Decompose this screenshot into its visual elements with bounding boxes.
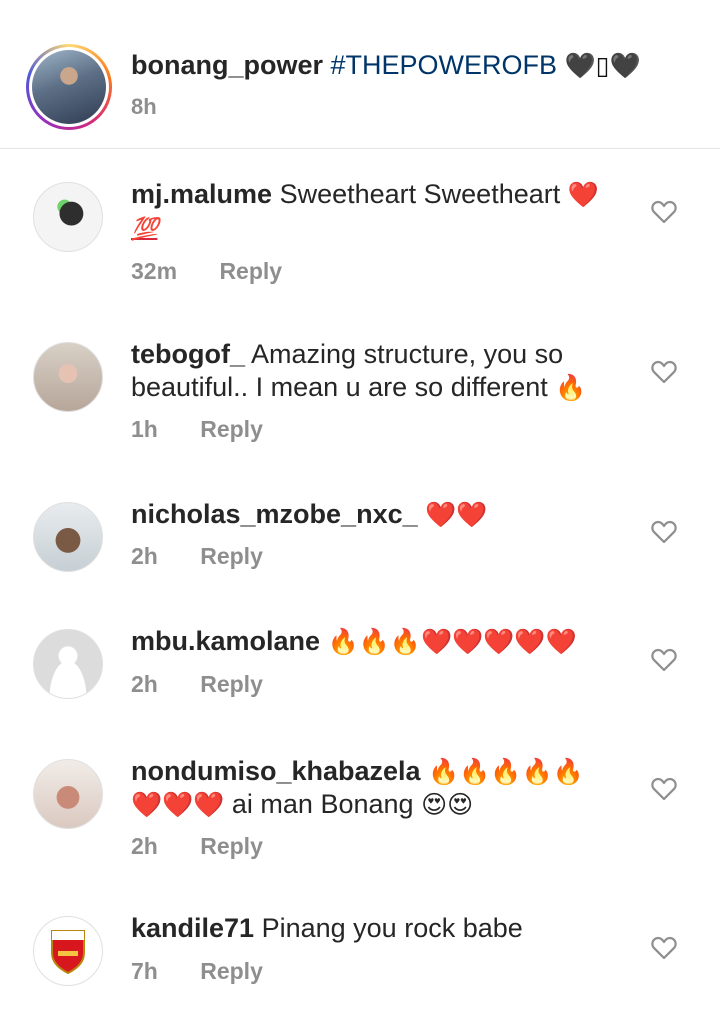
comment-text: mbu.kamolane 🔥🔥🔥❤️❤️❤️❤️❤️ bbox=[131, 625, 621, 658]
comment-username[interactable]: nicholas_mzobe_nxc_ bbox=[131, 499, 418, 529]
caption-timestamp: 8h bbox=[131, 94, 157, 119]
avatar[interactable] bbox=[33, 342, 103, 412]
comment-timestamp: 2h bbox=[131, 543, 158, 569]
comments-screen: bonang_power #THEPOWEROFB 🖤▯🖤 8h mj.malu… bbox=[0, 0, 720, 1033]
comment-text: nicholas_mzobe_nxc_ ❤️❤️ bbox=[131, 498, 621, 531]
comment-emoji: ❤️❤️ bbox=[425, 500, 488, 529]
comment-meta: 2h Reply bbox=[131, 833, 263, 860]
comment-body: Pinang you rock babe bbox=[261, 913, 523, 943]
comment-username[interactable]: nondumiso_khabazela bbox=[131, 756, 421, 786]
comment-timestamp: 1h bbox=[131, 416, 158, 442]
reply-button[interactable]: Reply bbox=[200, 833, 263, 859]
caption-hashtag[interactable]: #THEPOWEROFB bbox=[331, 50, 558, 80]
comment-body: ai man Bonang bbox=[231, 789, 414, 819]
reply-button[interactable]: Reply bbox=[200, 671, 263, 697]
arsenal-crest-avatar[interactable] bbox=[33, 916, 103, 986]
comment-emoji: 🔥🔥🔥❤️❤️❤️❤️❤️ bbox=[327, 627, 577, 656]
comment-timestamp: 2h bbox=[131, 833, 158, 859]
caption-emojis: 🖤▯🖤 bbox=[564, 51, 641, 80]
crest-icon bbox=[51, 930, 85, 975]
comment-emoji: 🔥🔥🔥🔥🔥 bbox=[428, 757, 584, 786]
heart-outline-icon[interactable] bbox=[651, 777, 677, 801]
comment-timestamp: 32m bbox=[131, 258, 178, 284]
comment-meta: 2h Reply bbox=[131, 543, 263, 570]
comment-text: tebogof_ Amazing structure, you so beaut… bbox=[131, 338, 621, 404]
heart-outline-icon[interactable] bbox=[651, 648, 677, 672]
avatar-photo bbox=[32, 50, 106, 124]
comment-timestamp: 7h bbox=[131, 958, 158, 984]
comment-emoji-hearts: ❤️❤️❤️ bbox=[131, 790, 225, 819]
heart-outline-icon[interactable] bbox=[651, 200, 677, 224]
comment-meta: 2h Reply bbox=[131, 671, 263, 698]
comment-meta: 1h Reply bbox=[131, 416, 263, 443]
reply-button[interactable]: Reply bbox=[200, 543, 263, 569]
comment-timestamp: 2h bbox=[131, 671, 158, 697]
comment-text: kandile71 Pinang you rock babe bbox=[131, 912, 621, 945]
heart-outline-icon[interactable] bbox=[651, 520, 677, 544]
comment-emoji-hundred: 💯 bbox=[131, 216, 158, 241]
reply-button[interactable]: Reply bbox=[219, 258, 282, 284]
comment-text: mj.malume Sweetheart Sweetheart ❤️ 💯 bbox=[131, 178, 621, 245]
comment-emoji-heart-eyes: 😍😍 bbox=[421, 790, 474, 819]
caption-username[interactable]: bonang_power bbox=[131, 50, 323, 80]
reply-button[interactable]: Reply bbox=[200, 958, 263, 984]
comment-username[interactable]: mj.malume bbox=[131, 179, 272, 209]
comment-body: Sweetheart Sweetheart bbox=[279, 179, 561, 209]
comment-username[interactable]: tebogof_ bbox=[131, 339, 245, 369]
avatar[interactable] bbox=[33, 182, 103, 252]
comment-username[interactable]: kandile71 bbox=[131, 913, 254, 943]
comment-emoji: 🔥 bbox=[555, 373, 587, 402]
heart-outline-icon[interactable] bbox=[651, 936, 677, 960]
comment-emoji: ❤️ bbox=[567, 180, 599, 209]
avatar[interactable] bbox=[33, 759, 103, 829]
caption-avatar[interactable] bbox=[26, 44, 112, 130]
comment-text: nondumiso_khabazela 🔥🔥🔥🔥🔥 ❤️❤️❤️ ai man … bbox=[131, 755, 621, 821]
comment-meta: 32m Reply bbox=[131, 258, 282, 285]
avatar[interactable] bbox=[33, 502, 103, 572]
reply-button[interactable]: Reply bbox=[200, 416, 263, 442]
caption-text: bonang_power #THEPOWEROFB 🖤▯🖤 bbox=[131, 48, 641, 83]
heart-outline-icon[interactable] bbox=[651, 360, 677, 384]
comment-username[interactable]: mbu.kamolane bbox=[131, 626, 320, 656]
default-avatar-icon[interactable] bbox=[33, 629, 103, 699]
comment-meta: 7h Reply bbox=[131, 958, 263, 985]
post-caption: bonang_power #THEPOWEROFB 🖤▯🖤 8h bbox=[0, 0, 720, 149]
